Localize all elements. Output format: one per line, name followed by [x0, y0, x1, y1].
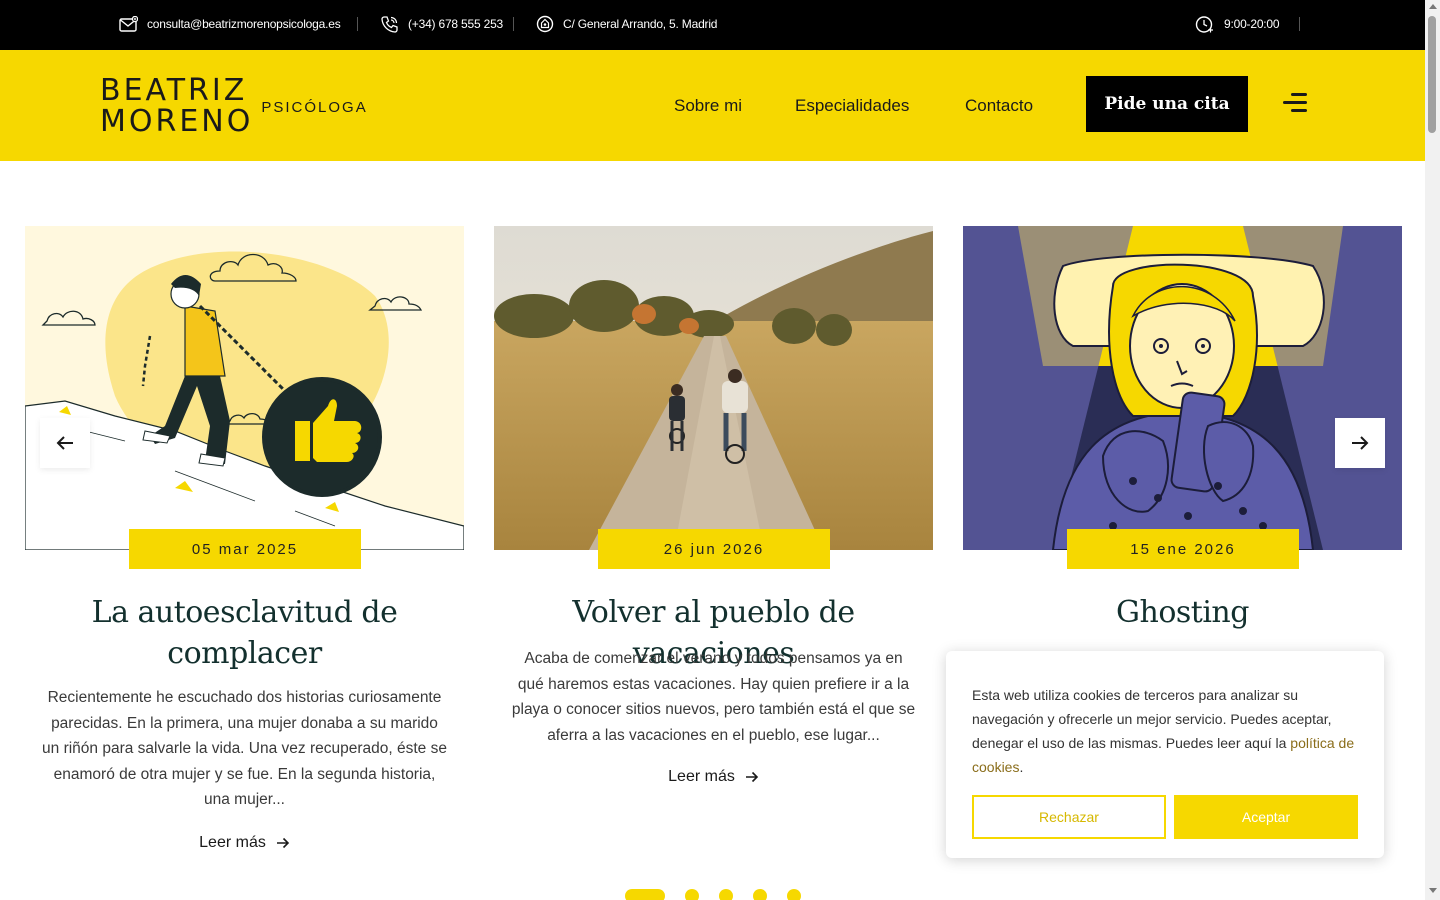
top-info-bar: consulta@beatrizmorenopsicologa.es (+34)… — [0, 0, 1425, 50]
card-excerpt: Recientemente he escuchado dos historias… — [42, 689, 447, 809]
read-more-link[interactable]: Leer más — [25, 834, 464, 852]
reject-cookies-button[interactable]: Rechazar — [972, 795, 1166, 839]
nav-sobre-mi[interactable]: Sobre mi — [674, 96, 742, 116]
card-date: 26 jun 2026 — [598, 529, 830, 569]
scroll-thumb[interactable] — [1428, 16, 1436, 133]
site-logo[interactable]: BEATRIZ MORENO PSICÓLOGA — [100, 75, 368, 137]
cookie-message: Esta web utiliza cookies de terceros par… — [972, 683, 1362, 779]
card-date: 05 mar 2025 — [129, 529, 361, 569]
card-date: 15 ene 2026 — [1067, 529, 1299, 569]
location-icon — [536, 15, 554, 33]
phone-text: (+34) 678 555 253 — [408, 17, 504, 31]
carousel-dot[interactable] — [753, 889, 767, 900]
main-header: BEATRIZ MORENO PSICÓLOGA Sobre mi Especi… — [0, 50, 1425, 161]
carousel-prev-button[interactable] — [40, 418, 90, 468]
carousel-next-button[interactable] — [1335, 418, 1385, 468]
nav-contacto[interactable]: Contacto — [965, 96, 1033, 116]
arrow-right-icon — [1352, 436, 1369, 450]
address-contact[interactable]: C/ General Arrando, 5. Madrid — [536, 0, 717, 48]
phone-contact[interactable]: (+34) 678 555 253 — [380, 0, 503, 48]
carousel-dot[interactable] — [719, 889, 733, 900]
card-image[interactable] — [494, 226, 933, 550]
logo-subtitle: PSICÓLOGA — [261, 98, 368, 116]
hours-text: 9:00-20:00 — [1224, 17, 1280, 31]
book-appointment-button[interactable]: Pide una cita — [1086, 76, 1248, 132]
arrow-right-icon — [276, 837, 289, 849]
card-title[interactable]: Ghosting — [963, 592, 1402, 633]
arrow-left-icon — [56, 436, 73, 450]
read-more-link[interactable]: Leer más — [494, 768, 933, 786]
clock-icon — [1195, 15, 1213, 33]
card-image[interactable] — [963, 226, 1402, 550]
accept-cookies-button[interactable]: Aceptar — [1174, 795, 1358, 839]
read-more-label: Leer más — [668, 768, 735, 785]
card-title[interactable]: La autoesclavitud de complacer — [25, 592, 464, 674]
card-image[interactable] — [25, 226, 464, 550]
menu-icon[interactable] — [1281, 90, 1307, 116]
nav-especialidades[interactable]: Especialidades — [795, 96, 909, 116]
separator — [357, 17, 358, 31]
card-excerpt: Acaba de comenzar el verano y todos pens… — [511, 650, 916, 744]
cookie-banner: Esta web utiliza cookies de terceros par… — [946, 651, 1384, 858]
email-contact[interactable]: consulta@beatrizmorenopsicologa.es — [119, 0, 341, 48]
read-more-label: Leer más — [199, 834, 266, 851]
cookie-text-end: . — [1019, 759, 1024, 775]
phone-icon — [381, 15, 398, 33]
logo-name: BEATRIZ MORENO — [100, 75, 253, 137]
arrow-right-icon — [745, 771, 758, 783]
scroll-down-icon[interactable] — [1429, 888, 1437, 893]
separator — [513, 17, 514, 31]
page-scrollbar[interactable] — [1425, 0, 1440, 900]
cookie-text: Esta web utiliza cookies de terceros par… — [972, 687, 1332, 751]
carousel-dot[interactable] — [787, 889, 801, 900]
carousel-dot-active[interactable] — [625, 889, 665, 900]
logo-line-1: BEATRIZ — [100, 73, 248, 108]
address-text: C/ General Arrando, 5. Madrid — [563, 17, 718, 31]
logo-line-2: MORENO — [100, 104, 254, 139]
carousel-dot[interactable] — [685, 889, 699, 900]
scroll-up-icon[interactable] — [1429, 4, 1437, 9]
opening-hours: 9:00-20:00 — [1195, 0, 1280, 48]
separator — [1299, 17, 1300, 31]
mail-icon — [119, 15, 138, 32]
email-text: consulta@beatrizmorenopsicologa.es — [147, 17, 341, 31]
